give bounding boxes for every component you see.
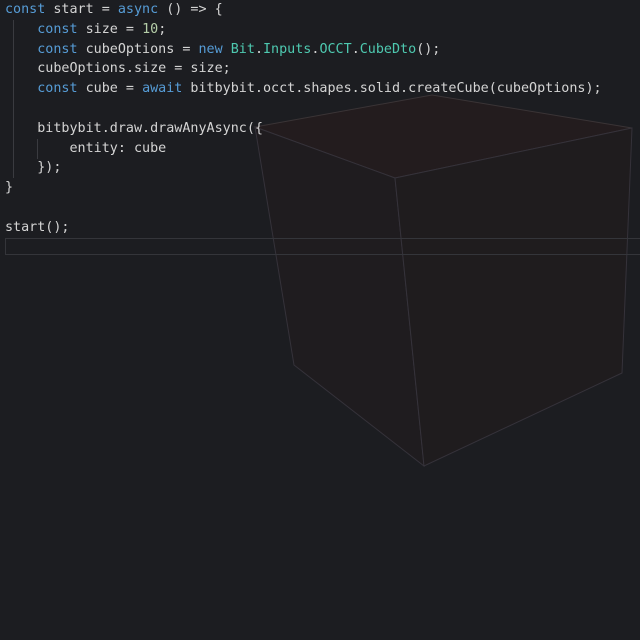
code-line[interactable]: } <box>0 178 640 198</box>
code-token: CubeDto <box>359 41 417 57</box>
code-token: . <box>254 41 263 57</box>
code-token: . <box>351 41 360 57</box>
code-token: start = <box>45 2 118 17</box>
code-token: (); <box>416 41 441 57</box>
code-token: new <box>198 41 223 57</box>
code-token: entity: cube <box>5 140 167 156</box>
code-token: const <box>5 2 46 17</box>
code-token: OCCT <box>319 41 352 57</box>
code-token: cube = <box>77 81 143 97</box>
code-line[interactable]: const cubeOptions = new Bit.Inputs.OCCT.… <box>0 40 640 60</box>
code-token: const <box>37 41 78 57</box>
code-line[interactable]: const size = 10; <box>0 20 640 40</box>
code-line[interactable] <box>0 198 640 218</box>
code-line[interactable]: const start = async () => { <box>0 0 640 20</box>
code-token: cubeOptions = <box>77 41 199 57</box>
code-line[interactable]: cubeOptions.size = size; <box>0 59 640 79</box>
code-token: 10 <box>142 21 159 37</box>
current-line-highlight <box>5 238 640 255</box>
indent-guide <box>37 139 38 159</box>
code-token: const <box>37 81 78 97</box>
code-token: ; <box>158 21 167 37</box>
code-token: bitbybit.occt.shapes.solid.createCube(cu… <box>182 81 602 97</box>
code-token: await <box>142 81 183 97</box>
code-token: size = <box>77 21 143 37</box>
code-token: bitbybit.draw.drawAnyAsync({ <box>5 120 263 136</box>
code-token: Inputs <box>263 41 312 57</box>
code-line[interactable]: bitbybit.draw.drawAnyAsync({ <box>0 119 640 139</box>
code-line[interactable]: const cube = await bitbybit.occt.shapes.… <box>0 79 640 99</box>
code-token: Bit <box>230 41 255 57</box>
code-line[interactable] <box>0 99 640 119</box>
code-token: start(); <box>5 219 70 235</box>
code-editor[interactable]: const start = async () => { const size =… <box>0 0 640 238</box>
code-line[interactable]: start(); <box>0 218 640 238</box>
code-token: () => { <box>158 2 223 17</box>
code-token: cubeOptions.size = size; <box>5 61 231 77</box>
code-line[interactable]: }); <box>0 158 640 178</box>
code-token: const <box>37 21 78 37</box>
code-line[interactable]: entity: cube <box>0 139 640 159</box>
code-token: } <box>5 180 14 196</box>
code-token: async <box>117 2 159 17</box>
indent-guide <box>13 20 14 178</box>
